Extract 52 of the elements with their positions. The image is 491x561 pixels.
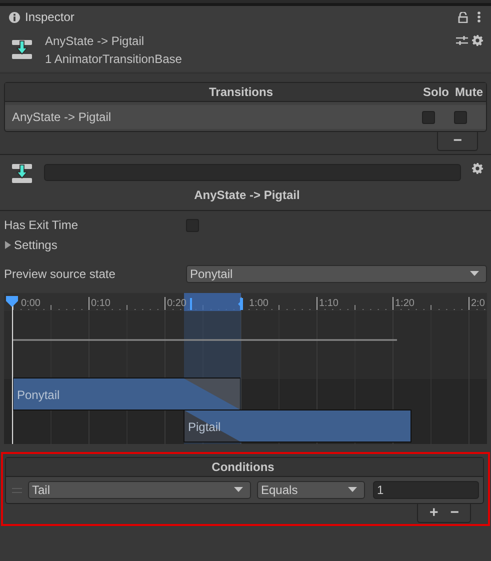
clip-label: Pigtail [188, 420, 221, 434]
remove-button[interactable]: − [444, 504, 465, 522]
transition-handle[interactable] [238, 298, 243, 310]
playhead-marker[interactable] [6, 296, 18, 307]
info-icon [9, 12, 20, 22]
remove-button[interactable]: − [443, 132, 472, 150]
list-header: Conditions [6, 458, 483, 477]
settings-icon[interactable] [472, 163, 483, 174]
transition-icon [11, 163, 33, 185]
dropdown-value: Ponytail [190, 267, 233, 281]
clip-label: Ponytail [17, 388, 60, 402]
clip-bar[interactable] [12, 378, 240, 410]
caret-icon [234, 487, 243, 493]
caret-icon [348, 487, 357, 493]
field-label: Has Exit Time [4, 218, 80, 232]
transition-name: AnyState -> Pigtail [12, 110, 112, 124]
object-type: 1 AnimatorTransitionBase [45, 52, 183, 66]
time-label: 2:0 [471, 298, 485, 309]
sliders-icon[interactable] [456, 35, 468, 46]
field-label: Preview source state [4, 267, 116, 281]
foldout[interactable]: Settings [4, 235, 487, 255]
checkbox[interactable] [422, 110, 435, 124]
triangle-icon [4, 241, 12, 249]
object-title: AnyState -> Pigtail [45, 34, 146, 48]
lock-icon[interactable] [458, 12, 468, 22]
column-header: Solo [423, 85, 449, 99]
transition-handle[interactable] [190, 298, 192, 310]
time-label: 1:00 [249, 298, 268, 309]
time-label: 1:10 [319, 298, 338, 309]
column-header: Transitions [208, 85, 274, 99]
transition-title: AnyState -> Pigtail [193, 188, 301, 202]
value-field[interactable]: 1 [373, 481, 479, 499]
dropdown[interactable]: Ponytail [186, 265, 487, 283]
settings-icon[interactable] [472, 35, 483, 46]
add-button[interactable]: + [423, 504, 444, 522]
inspector-tab[interactable]: Inspector [0, 6, 92, 28]
time-label: 0:10 [91, 298, 110, 309]
dropdown-value: Tail [32, 483, 50, 497]
transition-icon [11, 39, 33, 61]
time-label: 1:20 [395, 298, 414, 309]
column-header: Mute [455, 85, 483, 99]
dropdown[interactable]: Equals [257, 481, 365, 499]
dropdown-value: Equals [261, 483, 298, 497]
caret-icon [470, 271, 479, 277]
drag-handle-icon[interactable] [12, 488, 22, 492]
transition-row[interactable]: AnyState -> Pigtail [5, 105, 486, 129]
menu-icon[interactable] [477, 11, 481, 23]
name-field[interactable] [44, 164, 461, 181]
dropdown[interactable]: Tail [28, 481, 251, 499]
time-label: 0:00 [21, 298, 40, 309]
clip-bar[interactable] [184, 410, 412, 442]
checkbox[interactable] [454, 110, 467, 124]
